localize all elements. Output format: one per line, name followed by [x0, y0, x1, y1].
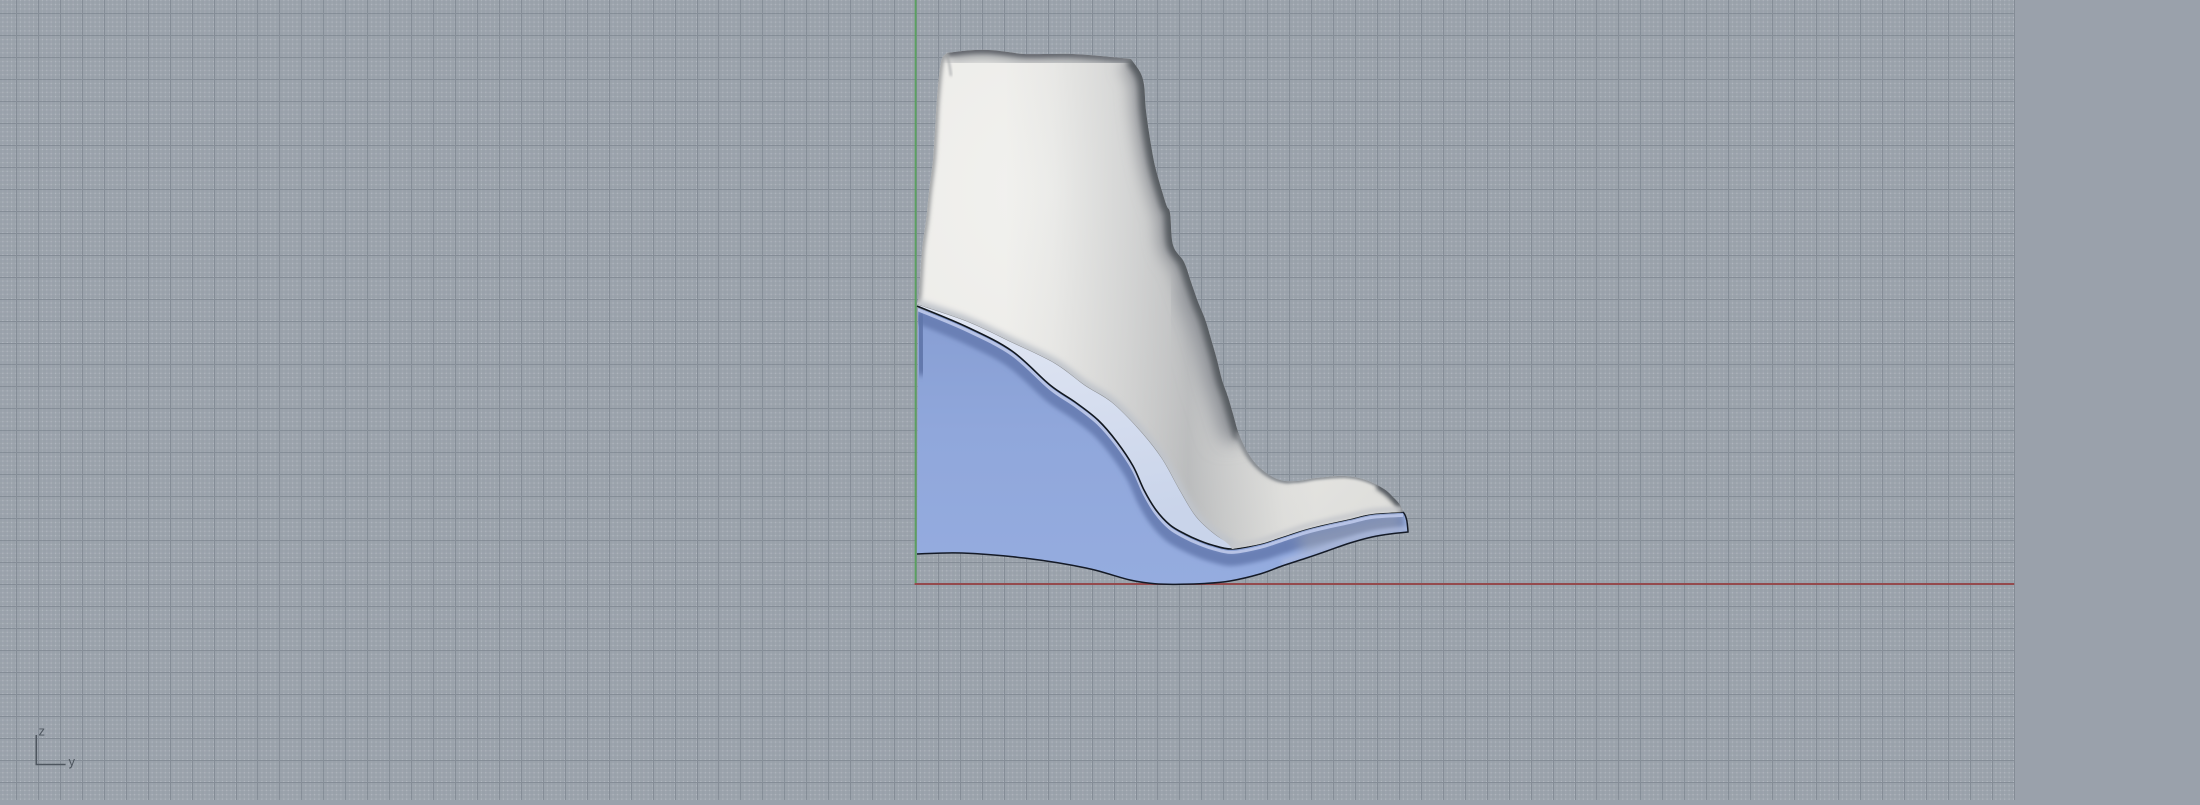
svg-text:z: z	[39, 724, 46, 739]
svg-text:y: y	[69, 754, 76, 769]
